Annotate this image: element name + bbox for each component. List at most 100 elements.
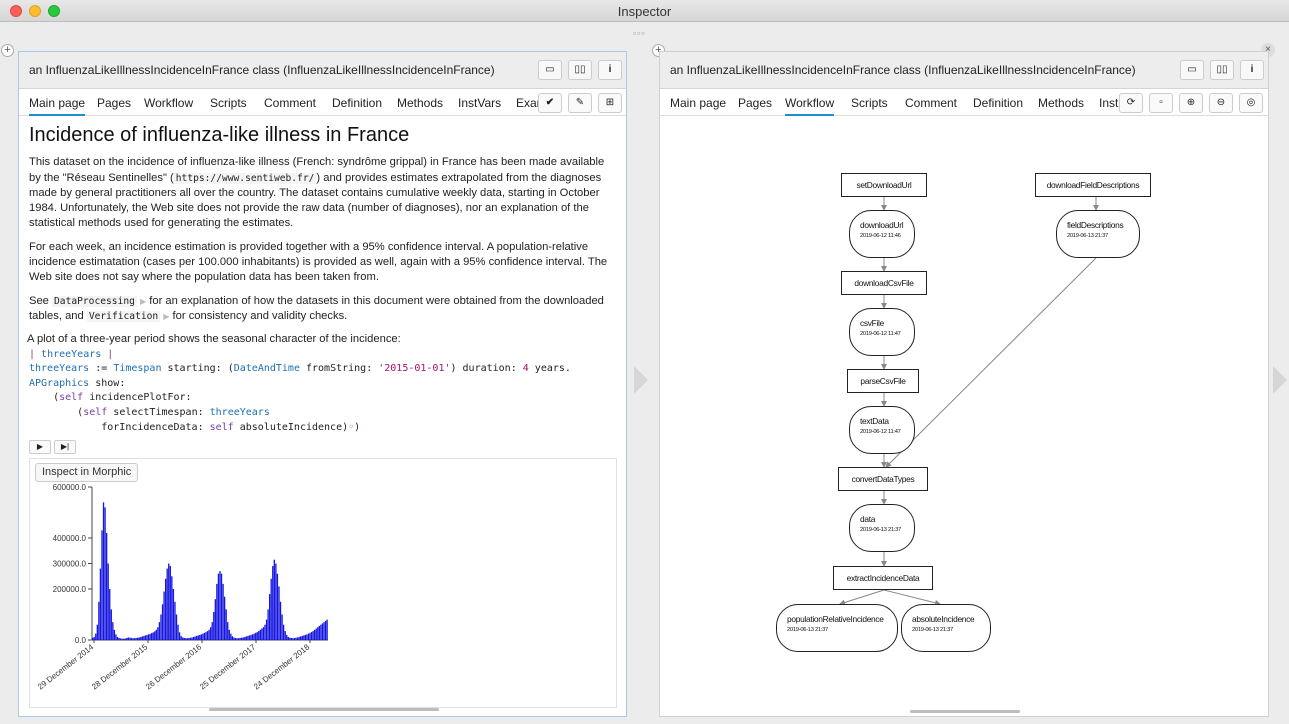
tree-icon[interactable]: ⊞ — [598, 93, 622, 113]
bar — [269, 594, 271, 640]
bar — [169, 566, 171, 640]
tab-comment[interactable]: Comment — [264, 96, 316, 110]
data-processing-link[interactable]: DataProcessing — [52, 295, 137, 307]
tab-methods[interactable]: Methods — [397, 96, 443, 110]
bar — [124, 638, 126, 640]
tab-examples[interactable]: Exar — [516, 96, 541, 110]
left-horizontal-scrollbar[interactable] — [209, 708, 439, 711]
see-also-paragraph: See DataProcessing ▶ for an explanation … — [29, 294, 604, 322]
tab-definition[interactable]: Definition — [332, 96, 382, 110]
bar — [270, 578, 272, 640]
bar — [115, 634, 117, 640]
bar — [146, 634, 148, 640]
bar — [244, 636, 246, 640]
tab-scripts[interactable]: Scripts — [210, 96, 247, 110]
bar — [309, 632, 311, 640]
bar — [273, 559, 275, 640]
bar — [292, 638, 294, 640]
accept-check-icon[interactable]: ✔ — [538, 93, 562, 113]
bar — [175, 614, 178, 640]
node-populationRelativeIncidence[interactable]: populationRelativeIncidence 2019-06-13 21… — [776, 604, 898, 652]
bar — [151, 633, 153, 640]
left-pane-header: an InfluenzaLikeIllnessIncidenceInFrance… — [19, 52, 626, 89]
bar — [250, 634, 252, 640]
node-csvFile[interactable]: csvFile 2019-06-12 11:47 — [849, 308, 915, 356]
node-textData[interactable]: textData 2019-06-12 11:47 — [849, 406, 915, 454]
node-setDownloadUrl[interactable]: setDownloadUrl — [841, 173, 927, 197]
edit-pencil-icon[interactable]: ✎ — [568, 93, 592, 113]
confidence-paragraph: For each week, an incidence estimation i… — [29, 240, 608, 284]
bar — [298, 636, 300, 640]
bar — [133, 638, 136, 640]
intro-paragraph: This dataset on the incidence of influen… — [29, 156, 605, 230]
right-inspector-pane: an InfluenzaLikeIllnessIncidenceInFrance… — [659, 51, 1269, 717]
bar — [152, 632, 154, 640]
bar — [109, 589, 111, 640]
tab-main-page[interactable]: Main page — [29, 96, 86, 116]
bar — [210, 627, 212, 640]
bar — [296, 637, 299, 640]
bar — [98, 601, 100, 640]
add-pane-left-icon[interactable]: + — [1, 44, 14, 57]
bar — [295, 637, 297, 640]
node-downloadFieldDescriptions[interactable]: downloadFieldDescriptions — [1035, 173, 1151, 197]
code-snippet[interactable]: | threeYears | threeYears := Timespan st… — [29, 348, 618, 436]
tab-pages[interactable]: Pages — [97, 96, 131, 110]
node-absoluteIncidence[interactable]: absoluteIncidence 2019-06-13 21:37 — [901, 604, 991, 652]
left-tab-bar: Main page Pages Workflow Scripts Comment… — [19, 90, 626, 116]
bar — [147, 634, 150, 640]
step-icon[interactable]: ▶| — [54, 440, 76, 455]
title-bar: Inspector — [0, 0, 1289, 22]
plot-intro-paragraph: A plot of a three-year period shows the … — [27, 333, 401, 346]
y-tick-label: 200000.0 — [53, 585, 87, 594]
node-fieldDescriptions[interactable]: fieldDescriptions 2019-06-13 21:37 — [1056, 210, 1140, 258]
raw-view-button[interactable]: ▭ — [538, 60, 562, 80]
bar — [130, 637, 133, 640]
bar — [303, 635, 305, 640]
node-parseCsvFile[interactable]: parseCsvFile — [847, 369, 919, 393]
bar — [286, 634, 288, 640]
tab-instvars[interactable]: InstVars — [458, 96, 501, 110]
bar — [200, 634, 202, 640]
y-tick-label: 300000.0 — [53, 560, 87, 569]
tab-workflow[interactable]: Workflow — [144, 96, 193, 110]
info-button[interactable]: i — [598, 60, 622, 80]
bar — [194, 636, 196, 640]
sentiweb-link[interactable]: https://www.sentiweb.fr/ — [173, 172, 317, 184]
bar — [171, 576, 173, 640]
bar — [301, 635, 303, 640]
navigate-next-arrow[interactable] — [1273, 366, 1287, 394]
pane-indicator: ▫▫▫ — [633, 28, 646, 38]
node-convertDataTypes[interactable]: convertDataTypes — [838, 467, 928, 491]
bar — [310, 632, 313, 640]
node-downloadUrl[interactable]: downloadUrl 2019-06-12 11:46 — [849, 210, 915, 258]
bar — [102, 502, 105, 640]
bar — [92, 637, 94, 640]
bar — [258, 631, 260, 640]
navigate-right-arrow[interactable] — [634, 366, 648, 394]
bar — [321, 623, 324, 640]
bar — [233, 637, 235, 640]
bar — [118, 637, 120, 640]
bar — [262, 627, 265, 640]
node-downloadCsvFile[interactable]: downloadCsvFile — [841, 271, 927, 295]
node-data[interactable]: data 2019-06-13 21:37 — [849, 504, 915, 552]
bar — [140, 636, 142, 640]
verification-link[interactable]: Verification — [86, 310, 161, 322]
bar — [323, 622, 325, 640]
bar — [247, 635, 249, 640]
bar — [320, 624, 322, 640]
bar — [121, 638, 123, 640]
node-extractIncidenceData[interactable]: extractIncidenceData — [833, 566, 933, 590]
right-horizontal-scrollbar[interactable] — [910, 710, 1020, 713]
bar — [264, 624, 266, 640]
bar — [293, 637, 296, 640]
bar — [197, 635, 199, 640]
bar — [223, 596, 226, 640]
bar — [290, 637, 293, 640]
bar — [231, 636, 234, 640]
bar — [112, 622, 114, 640]
bar — [205, 632, 207, 640]
run-icon[interactable]: ▶ — [29, 440, 51, 455]
browse-book-button[interactable]: ▯▯ — [568, 60, 592, 80]
